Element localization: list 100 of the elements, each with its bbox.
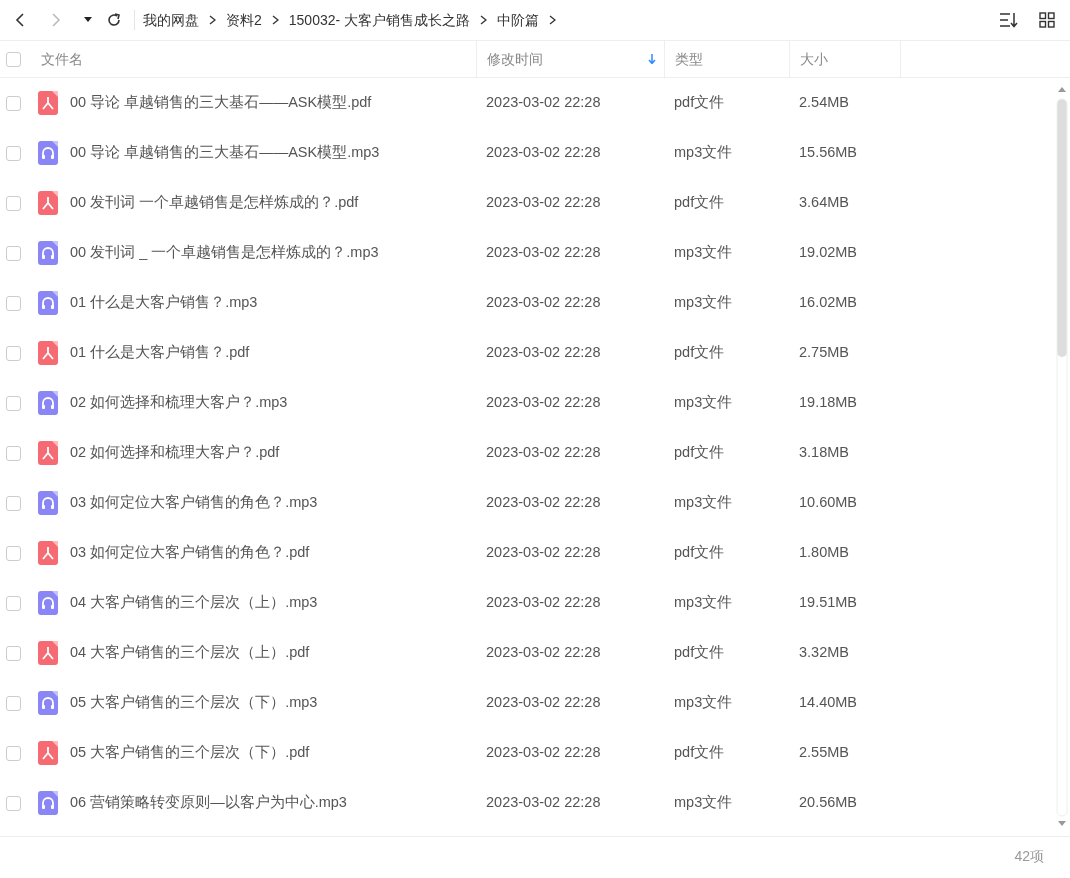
file-size: 3.18MB (799, 443, 849, 463)
modified-time: 2023-03-02 22:28 (486, 243, 601, 263)
file-name[interactable]: 04 大客户销售的三个层次（上）.mp3 (70, 592, 318, 614)
row-checkbox[interactable] (6, 495, 21, 511)
row-checkbox[interactable] (6, 195, 21, 211)
pdf-file-icon (38, 91, 58, 115)
row-checkbox[interactable] (6, 795, 21, 811)
row-checkbox[interactable] (6, 745, 21, 761)
row-checkbox[interactable] (6, 645, 21, 661)
row-checkbox[interactable] (6, 295, 21, 311)
file-size: 20.56MB (799, 793, 858, 813)
pdf-file-icon (38, 191, 58, 215)
column-header[interactable]: 文件名 (41, 48, 83, 70)
modified-time: 2023-03-02 22:28 (486, 693, 601, 713)
forward-icon (49, 13, 63, 27)
breadcrumb-link[interactable]: 150032- 大客户销售成长之路 (288, 9, 471, 31)
audio-file-icon (38, 691, 58, 715)
file-type: mp3文件 (674, 243, 733, 263)
breadcrumb-link[interactable]: 我的网盘 (143, 9, 199, 31)
file-name[interactable]: 03 如何定位大客户销售的角色？.pdf (70, 542, 310, 564)
file-size: 10.60MB (799, 493, 858, 513)
row-checkbox[interactable] (6, 595, 21, 611)
file-size: 3.64MB (799, 193, 849, 213)
modified-time: 2023-03-02 22:28 (486, 543, 601, 563)
modified-time: 2023-03-02 22:28 (486, 93, 601, 113)
file-name[interactable]: 06 营销策略转变原则—以客户为中心.mp3 (70, 792, 347, 814)
file-type: pdf文件 (674, 193, 725, 213)
file-size: 16.02MB (799, 293, 858, 313)
file-name[interactable]: 05 大客户销售的三个层次（下）.pdf (70, 742, 310, 764)
file-name[interactable]: 00 导论 卓越销售的三大基石——ASK模型.pdf (70, 92, 372, 114)
modified-time: 2023-03-02 22:28 (486, 593, 601, 613)
pdf-file-icon (38, 441, 58, 465)
column-header[interactable]: 修改时间 (487, 48, 664, 70)
file-type: mp3文件 (674, 593, 733, 613)
grid-icon (1038, 12, 1055, 28)
item-count: 42项 (1014, 847, 1044, 866)
audio-file-icon (38, 141, 58, 165)
file-type: pdf文件 (674, 743, 725, 763)
file-type: mp3文件 (674, 693, 733, 713)
file-name[interactable]: 04 大客户销售的三个层次（上）.pdf (70, 642, 310, 664)
file-name[interactable]: 00 发刊词 _ 一个卓越销售是怎样炼成的？.mp3 (70, 242, 379, 264)
audio-file-icon (38, 491, 58, 515)
pdf-file-icon (38, 741, 58, 765)
file-size: 19.51MB (799, 593, 858, 613)
breadcrumb-link[interactable]: 中阶篇 (497, 9, 540, 31)
file-name[interactable]: 03 如何定位大客户销售的角色？.mp3 (70, 492, 318, 514)
modified-time: 2023-03-02 22:28 (486, 793, 601, 813)
column-header[interactable]: 类型 (675, 48, 703, 70)
row-checkbox[interactable] (6, 145, 21, 161)
file-name[interactable]: 00 发刊词 一个卓越销售是怎样炼成的？.pdf (70, 192, 359, 214)
modified-time: 2023-03-02 22:28 (486, 493, 601, 513)
pdf-file-icon (38, 641, 58, 665)
file-size: 2.55MB (799, 743, 849, 763)
audio-file-icon (38, 241, 58, 265)
file-name[interactable]: 02 如何选择和梳理大客户？.mp3 (70, 392, 288, 414)
row-checkbox[interactable] (6, 345, 21, 361)
row-checkbox[interactable] (6, 245, 21, 261)
chevron-icon (480, 15, 488, 25)
chevron-icon (549, 15, 557, 25)
row-checkbox[interactable] (6, 395, 21, 411)
file-type: pdf文件 (674, 93, 725, 113)
row-checkbox[interactable] (6, 95, 21, 111)
breadcrumb-link[interactable]: 资料2 (226, 9, 262, 31)
file-size: 3.32MB (799, 643, 849, 663)
file-size: 19.18MB (799, 393, 858, 413)
file-type: pdf文件 (674, 443, 725, 463)
audio-file-icon (38, 791, 58, 815)
file-type: pdf文件 (674, 543, 725, 563)
file-name[interactable]: 01 什么是大客户销售？.pdf (70, 342, 250, 364)
sort-list-icon (998, 12, 1019, 28)
file-name[interactable]: 05 大客户销售的三个层次（下）.mp3 (70, 692, 318, 714)
row-checkbox[interactable] (6, 695, 21, 711)
file-name[interactable]: 02 如何选择和梳理大客户？.pdf (70, 442, 280, 464)
modified-time: 2023-03-02 22:28 (486, 643, 601, 663)
select-all-checkbox[interactable] (6, 51, 21, 67)
row-checkbox[interactable] (6, 445, 21, 461)
file-size: 1.80MB (799, 543, 849, 563)
row-checkbox[interactable] (6, 545, 21, 561)
chevron-icon (209, 15, 216, 25)
modified-time: 2023-03-02 22:28 (486, 293, 601, 313)
column-header[interactable]: 大小 (800, 48, 828, 70)
pdf-file-icon (38, 341, 58, 365)
file-type: mp3文件 (674, 793, 733, 813)
file-size: 19.02MB (799, 243, 858, 263)
file-size: 2.54MB (799, 93, 849, 113)
audio-file-icon (38, 391, 58, 415)
file-size: 2.75MB (799, 343, 849, 363)
file-type: mp3文件 (674, 493, 733, 513)
caret-icon (84, 17, 92, 23)
file-name[interactable]: 01 什么是大客户销售？.mp3 (70, 292, 258, 314)
modified-time: 2023-03-02 22:28 (486, 343, 601, 363)
modified-time: 2023-03-02 22:28 (486, 743, 601, 763)
audio-file-icon (38, 291, 58, 315)
file-type: mp3文件 (674, 393, 733, 413)
chevron-icon (271, 15, 279, 25)
file-name[interactable]: 00 导论 卓越销售的三大基石——ASK模型.mp3 (70, 142, 380, 164)
modified-time: 2023-03-02 22:28 (486, 193, 601, 213)
pdf-file-icon (38, 541, 58, 565)
modified-time: 2023-03-02 22:28 (486, 443, 601, 463)
file-type: mp3文件 (674, 293, 733, 313)
